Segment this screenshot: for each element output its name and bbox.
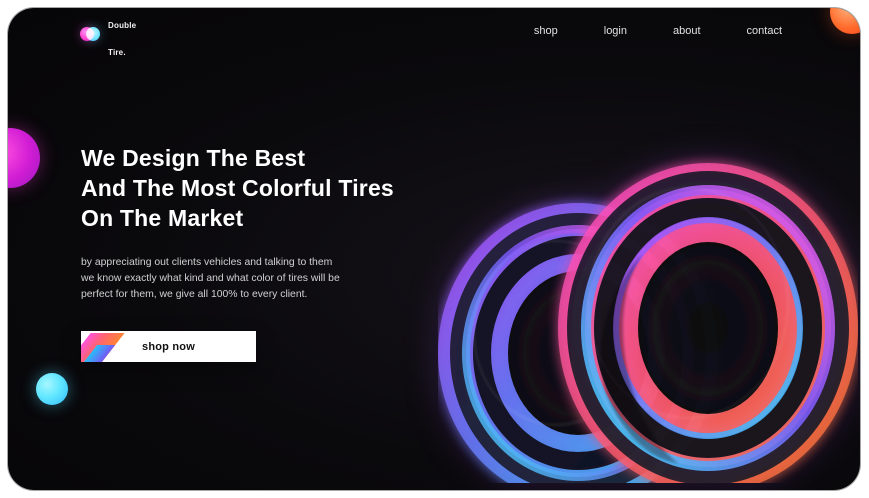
nav-link-about[interactable]: about: [673, 25, 701, 37]
hero-section: We Design The Best And The Most Colorful…: [81, 143, 441, 303]
logo-right-circle: [86, 27, 100, 41]
hero-description-line-2: we know exactly what kind and what color…: [81, 273, 340, 284]
hero-description-line-1: by appreciating out clients vehicles and…: [81, 257, 333, 268]
hero-description-line-3: perfect for them, we give all 100% to ev…: [81, 289, 308, 300]
hero-headline: We Design The Best And The Most Colorful…: [81, 143, 441, 233]
hero-headline-line-1: We Design The Best: [81, 145, 306, 171]
hero-headline-line-2: And The Most Colorful Tires: [81, 175, 394, 201]
landing-page: Double Tire. shop login about contact We…: [8, 8, 860, 490]
top-navigation: shop login about contact: [534, 23, 782, 39]
tire-right-ring: [558, 163, 858, 483]
shop-now-button[interactable]: shop now: [81, 331, 256, 362]
brand-name-line-2: Tire.: [108, 47, 126, 57]
logo-icon: [80, 27, 100, 41]
nav-link-shop[interactable]: shop: [534, 25, 558, 37]
tire-right-inner: [638, 242, 778, 414]
pink-circle-decoration: [8, 128, 40, 188]
tire-illustration: [438, 163, 858, 483]
cyan-circle-decoration: [36, 373, 68, 405]
screenshot-frame: Double Tire. shop login about contact We…: [0, 0, 869, 498]
orange-circle-decoration: [830, 8, 860, 34]
nav-link-login[interactable]: login: [604, 25, 627, 37]
brand-name: Double Tire.: [108, 12, 136, 57]
hero-description: by appreciating out clients vehicles and…: [81, 255, 401, 303]
brand[interactable]: Double Tire.: [80, 20, 136, 57]
nav-link-contact[interactable]: contact: [747, 25, 782, 37]
brand-name-line-1: Double: [108, 20, 137, 30]
shop-now-label: shop now: [142, 340, 195, 353]
hero-headline-line-3: On The Market: [81, 205, 244, 231]
